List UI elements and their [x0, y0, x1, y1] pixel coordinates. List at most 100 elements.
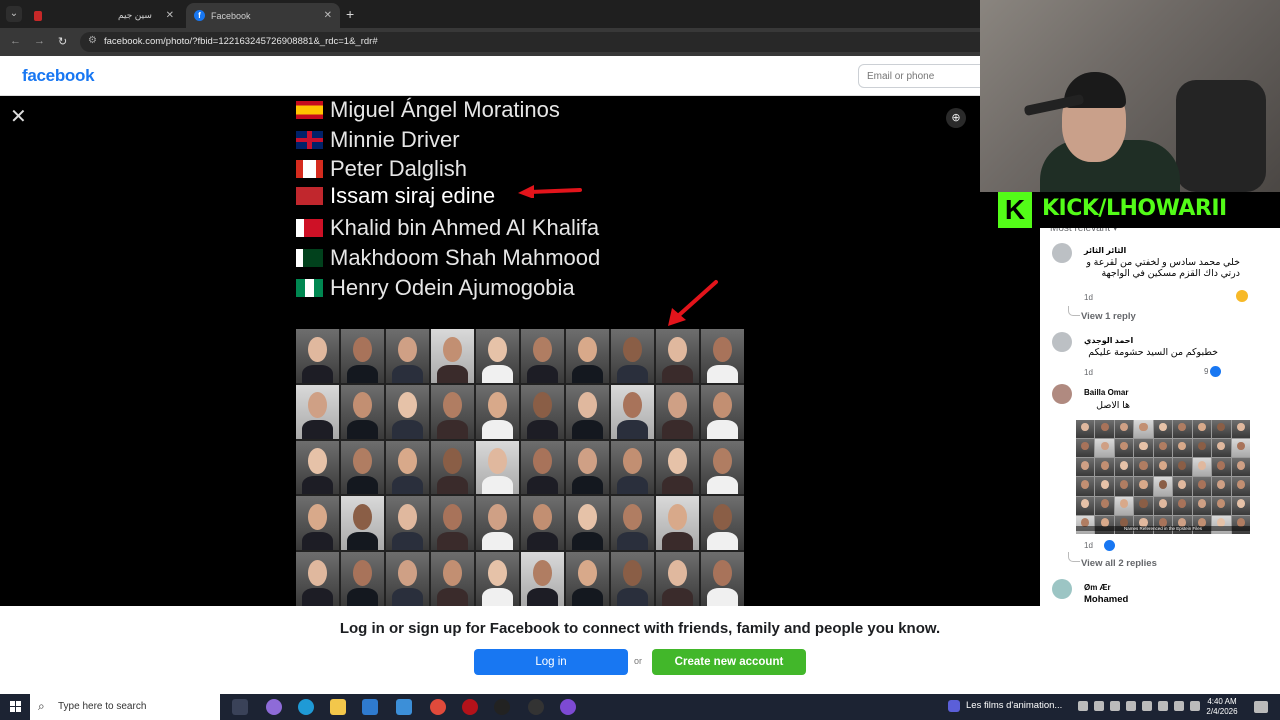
portrait-photo	[1076, 420, 1095, 439]
edge-icon[interactable]	[298, 699, 314, 715]
avatar[interactable]	[1052, 243, 1072, 263]
portrait-photo	[701, 552, 744, 606]
portrait-photo	[1076, 515, 1095, 534]
portrait-photo	[1076, 477, 1095, 496]
taskbar-search[interactable]: ⌕ Type here to search	[30, 694, 220, 720]
like-icon	[1210, 366, 1221, 377]
portrait-photo	[1114, 477, 1134, 496]
tray-icon[interactable]	[1110, 701, 1120, 711]
facebook-logo[interactable]: facebook	[22, 66, 95, 86]
portrait-photo	[611, 384, 654, 439]
microphone-icon[interactable]	[1142, 701, 1152, 711]
portrait-photo	[656, 329, 699, 383]
faces-collage	[296, 329, 744, 606]
login-button[interactable]: Log in	[474, 649, 628, 675]
task-view-icon[interactable]	[232, 699, 248, 715]
red-arrow-icon	[668, 280, 718, 326]
portrait-photo	[1095, 458, 1114, 477]
portrait-photo	[566, 329, 609, 383]
portrait-photo	[386, 496, 429, 551]
clock-date: 2/4/2026	[1206, 707, 1238, 716]
comment-author[interactable]: الثائر الثائر	[1084, 246, 1126, 255]
morocco-flag-icon	[296, 187, 323, 205]
site-info-icon[interactable]: ⚙	[88, 35, 97, 46]
tray-icon[interactable]	[1094, 701, 1104, 711]
volume-icon[interactable]	[1174, 701, 1184, 711]
portrait-photo	[1192, 439, 1212, 458]
like-count: 9	[1204, 367, 1209, 376]
tab-1[interactable]: سين جيم ✕	[110, 3, 182, 28]
portrait-photo	[521, 496, 564, 551]
media-notification[interactable]: Les films d'animation...	[966, 700, 1062, 711]
comment-age[interactable]: 1d	[1084, 293, 1093, 302]
avatar[interactable]	[1052, 384, 1072, 404]
app-icon[interactable]	[560, 699, 576, 715]
portrait-photo	[431, 440, 474, 495]
create-account-button[interactable]: Create new account	[652, 649, 806, 675]
back-icon[interactable]: ←	[10, 35, 21, 47]
file-explorer-icon[interactable]	[330, 699, 346, 715]
chrome-icon[interactable]	[430, 699, 446, 715]
url-input[interactable]: ⚙ facebook.com/photo/?fbid=1221632457269…	[80, 32, 980, 52]
close-tab-icon[interactable]: ✕	[166, 10, 174, 21]
view-replies-link[interactable]: View 1 reply	[1081, 311, 1136, 322]
app-favicon-icon	[34, 10, 42, 21]
zoom-in-icon[interactable]: ⊕	[946, 108, 966, 128]
tab-search-button[interactable]: ⌄	[6, 6, 22, 22]
system-clock[interactable]: 4:40 AM 2/4/2026	[1202, 697, 1242, 717]
windows-start-icon[interactable]	[10, 701, 22, 713]
mail-icon[interactable]	[396, 699, 412, 715]
pinned-tab[interactable]	[26, 3, 50, 28]
portrait-photo	[1173, 420, 1192, 439]
facebook-favicon-icon: f	[194, 10, 205, 21]
gaming-chair	[1176, 80, 1266, 192]
tray-icon[interactable]	[1126, 701, 1136, 711]
portrait-photo	[521, 552, 564, 606]
notifications-icon[interactable]	[1254, 701, 1268, 713]
forward-icon[interactable]: →	[34, 35, 45, 47]
close-tab-icon[interactable]: ✕	[324, 10, 332, 21]
comment-age[interactable]: 1d	[1084, 368, 1093, 377]
obs-icon[interactable]	[494, 699, 510, 715]
store-icon[interactable]	[362, 699, 378, 715]
app-icon[interactable]	[462, 699, 478, 715]
comment-author[interactable]: Bailla Omar	[1084, 388, 1128, 397]
app-icon[interactable]	[528, 699, 544, 715]
comment-age[interactable]: 1d	[1084, 541, 1093, 550]
pakistan-flag-icon	[296, 249, 323, 267]
portrait-photo	[431, 496, 474, 551]
person-name: Minnie Driver	[330, 127, 460, 152]
portrait-photo	[1231, 515, 1250, 534]
reload-icon[interactable]: ↻	[58, 35, 67, 48]
post-photo: Miguel Ángel Moratinos Minnie Driver Pet…	[292, 96, 748, 606]
portrait-photo	[656, 440, 699, 495]
nigeria-flag-icon	[296, 279, 323, 297]
search-placeholder: Type here to search	[58, 701, 147, 712]
tab-2-label: Facebook	[211, 10, 251, 21]
avatar[interactable]	[1052, 579, 1072, 599]
view-replies-link[interactable]: View all 2 replies	[1081, 558, 1157, 569]
tray-chevron-icon[interactable]	[1078, 701, 1088, 711]
avatar[interactable]	[1052, 332, 1072, 352]
email-field[interactable]	[858, 64, 988, 88]
network-icon[interactable]	[1158, 701, 1168, 711]
portrait-photo	[1114, 496, 1134, 515]
portrait-photo	[1134, 515, 1153, 534]
portrait-photo	[1192, 515, 1212, 534]
tab-facebook[interactable]: f Facebook ✕	[186, 3, 340, 28]
new-tab-icon[interactable]: +	[346, 6, 354, 22]
battery-icon[interactable]	[1190, 701, 1200, 711]
portrait-photo	[1153, 458, 1173, 477]
facebook-header: facebook	[0, 56, 988, 96]
comment-author[interactable]: Øm Ær	[1084, 583, 1111, 592]
portrait-photo	[611, 440, 654, 495]
copilot-icon[interactable]	[266, 699, 282, 715]
image-caption: Names Referenced in the Epstein Files	[1076, 526, 1250, 531]
portrait-photo	[296, 440, 339, 495]
comment-image[interactable]	[1076, 420, 1250, 534]
portrait-photo	[1192, 420, 1212, 439]
portrait-photo	[701, 384, 744, 439]
close-icon[interactable]: ✕	[10, 104, 27, 129]
comment-author[interactable]: احمد الوجدي	[1084, 336, 1133, 345]
channel-name: KICK/LHOWARII	[1042, 196, 1227, 221]
